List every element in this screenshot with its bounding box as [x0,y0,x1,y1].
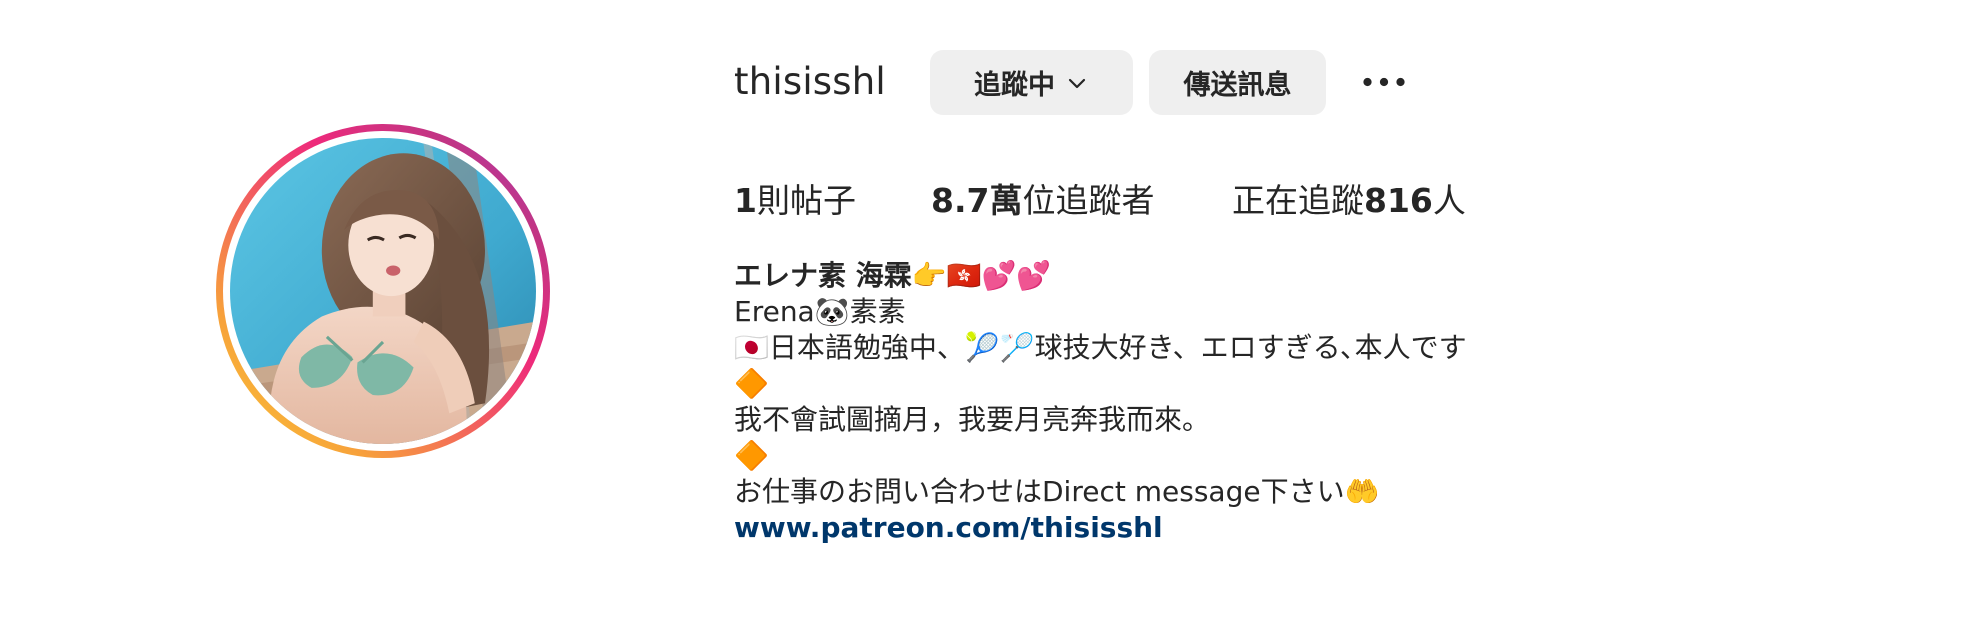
display-name: エレナ素 海霖👉🇭🇰💕💕 [734,259,1052,292]
send-message-label: 傳送訊息 [1183,70,1292,101]
bio-line-1: Erena🐼素素 [734,295,906,328]
stat-following[interactable]: 正在追蹤816人 [1232,174,1466,222]
bio-external-link[interactable]: www.patreon.com/thisisshl [734,510,1163,546]
profile-bio: エレナ素 海霖👉🇭🇰💕💕 Erena🐼素素 🇯🇵日本語勉強中、🎾🏸球技大好き、エ… [734,258,1467,546]
following-suffix: 人 [1432,181,1466,220]
following-count: 816 [1364,181,1433,220]
avatar-photo [230,138,536,444]
avatar-gap [223,131,543,451]
avatar[interactable] [230,138,536,444]
chevron-down-icon [1065,71,1089,95]
profile-avatar-story-ring[interactable] [216,124,550,458]
bio-line-5: 🔶 [734,439,769,472]
more-horizontal-icon [1362,76,1406,91]
send-message-button[interactable]: 傳送訊息 [1149,50,1326,115]
followers-count: 8.7萬 [931,181,1023,220]
posts-label: 則帖子 [756,181,856,220]
following-dropdown-button[interactable]: 追蹤中 [930,50,1133,115]
profile-header: thisisshl 追蹤中 傳送訊息 1則帖子 8.7萬位追蹤者 正在追蹤816… [0,0,1968,624]
bio-line-4: 我不會試圖摘月，我要月亮奔我而來。 [734,403,1211,436]
more-options-button[interactable] [1356,60,1412,106]
following-prefix: 正在追蹤 [1232,181,1364,220]
profile-username: thisisshl [734,60,886,103]
following-button-label: 追蹤中 [974,70,1055,101]
posts-count: 1 [734,181,757,220]
bio-line-2: 🇯🇵日本語勉強中、🎾🏸球技大好き、エロすぎる､本人です [734,331,1467,364]
stat-followers[interactable]: 8.7萬位追蹤者 [931,174,1154,222]
stat-posts: 1則帖子 [734,174,856,222]
bio-line-3: 🔶 [734,367,769,400]
bio-line-6: お仕事のお問い合わせはDirect message下さい🤲 [734,475,1380,508]
followers-label: 位追蹤者 [1022,181,1155,220]
